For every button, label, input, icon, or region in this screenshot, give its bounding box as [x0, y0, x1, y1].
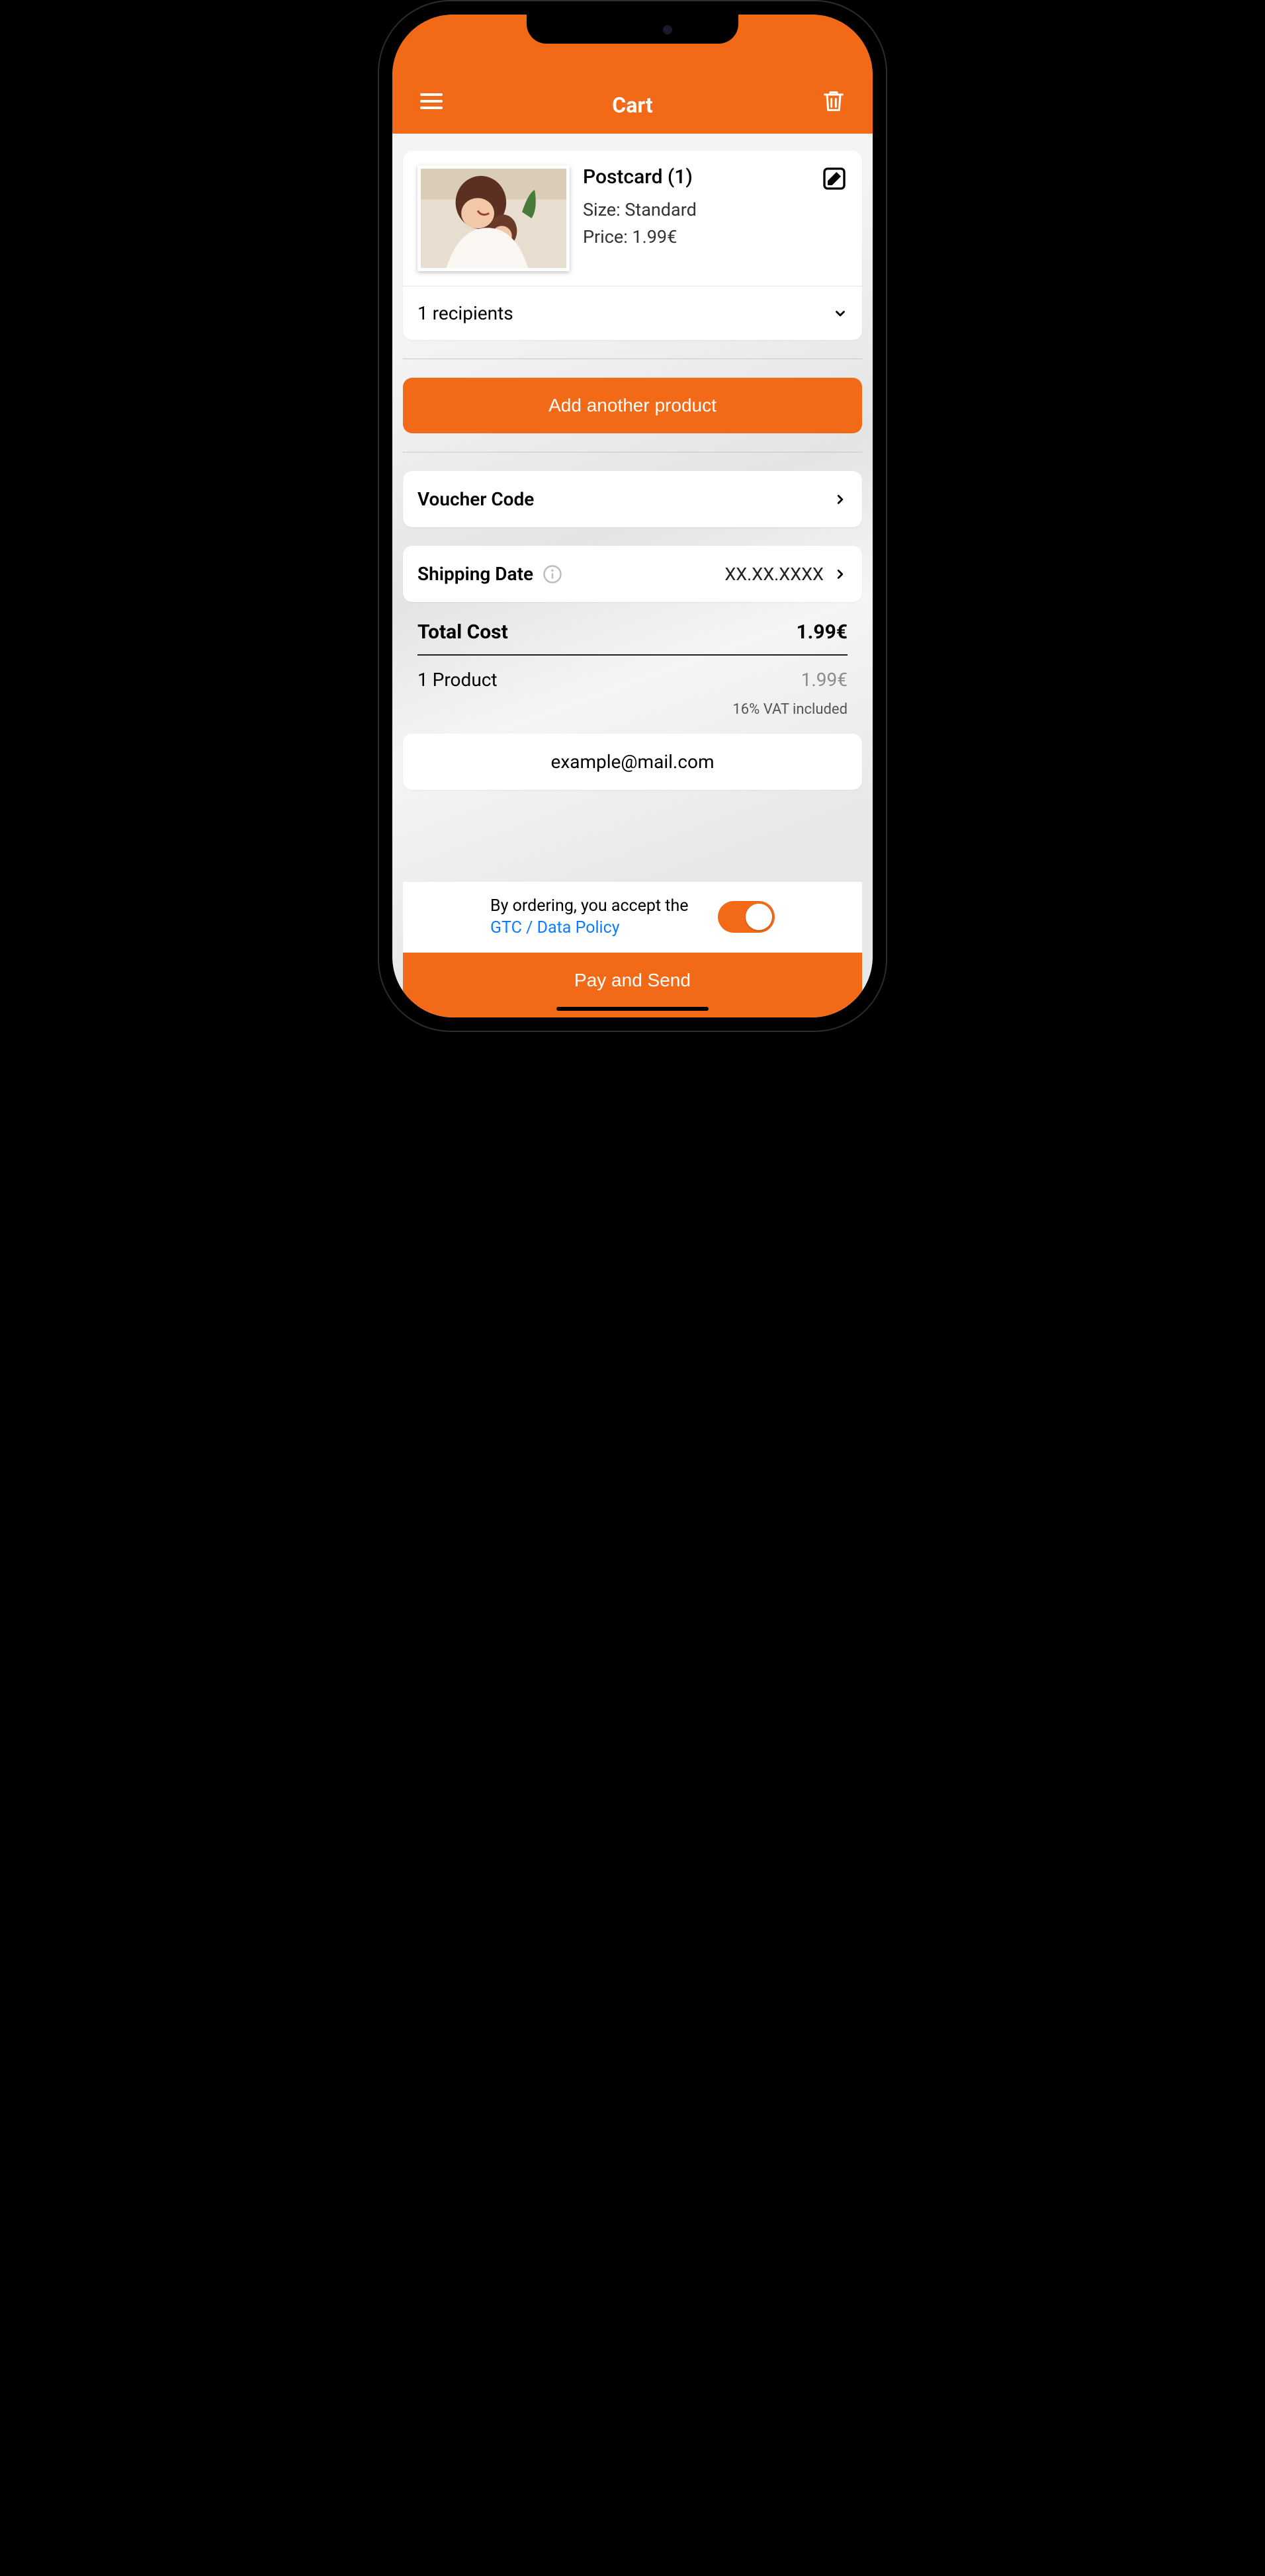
product-size: Size: Standard	[583, 196, 848, 224]
line-item-value: 1.99€	[801, 669, 848, 691]
product-thumbnail[interactable]	[417, 165, 570, 271]
shipping-date-value: XX.XX.XXXX	[724, 564, 824, 585]
voucher-row[interactable]: Voucher Code	[403, 471, 862, 527]
chevron-right-icon	[833, 492, 848, 507]
product-title: Postcard (1)	[583, 165, 848, 189]
accept-toggle[interactable]	[718, 901, 775, 933]
add-product-button[interactable]: Add another product	[403, 378, 862, 433]
content: Postcard (1) Size: Standard Price: 1.99€…	[392, 134, 873, 1017]
recipients-row[interactable]: 1 recipients	[403, 286, 862, 340]
product-price: Price: 1.99€	[583, 224, 848, 251]
edit-icon	[821, 165, 848, 192]
total-cost-value: 1.99€	[796, 621, 848, 644]
footer: By ordering, you accept the GTC / Data P…	[403, 882, 862, 1018]
cart-item-card: Postcard (1) Size: Standard Price: 1.99€…	[403, 151, 862, 340]
email-row[interactable]: example@mail.com	[403, 734, 862, 790]
accept-bar: By ordering, you accept the GTC / Data P…	[403, 882, 862, 953]
voucher-label: Voucher Code	[417, 488, 534, 510]
gtc-link[interactable]: GTC / Data Policy	[490, 918, 620, 937]
menu-button[interactable]	[415, 85, 448, 118]
info-icon	[543, 564, 562, 584]
recipients-label: 1 recipients	[417, 302, 513, 324]
shipping-date-label: Shipping Date	[417, 563, 533, 585]
delete-button[interactable]	[817, 85, 850, 118]
total-cost-label: Total Cost	[417, 621, 508, 644]
trash-icon	[820, 88, 847, 114]
shipping-date-row[interactable]: Shipping Date XX.XX.XXXX	[403, 546, 862, 602]
page-title: Cart	[448, 93, 817, 118]
hamburger-icon	[418, 88, 445, 114]
edit-product-button[interactable]	[821, 165, 848, 192]
accept-text: By ordering, you accept the GTC / Data P…	[490, 895, 702, 940]
totals-section: Total Cost 1.99€ 1 Product 1.99€ 16% VAT…	[403, 602, 862, 734]
toggle-knob	[746, 904, 772, 930]
chevron-right-icon	[833, 567, 848, 581]
line-item-label: 1 Product	[417, 669, 498, 691]
email-value: example@mail.com	[550, 751, 714, 773]
chevron-down-icon	[833, 306, 848, 321]
vat-note: 16% VAT included	[417, 696, 848, 734]
